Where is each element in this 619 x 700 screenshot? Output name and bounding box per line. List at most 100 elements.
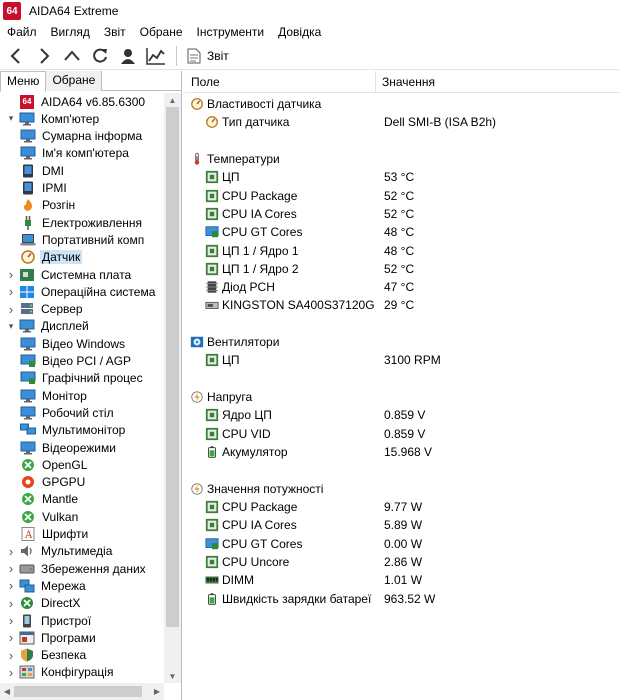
scroll-left-icon[interactable]: ◀ [0,683,14,700]
expand-chevron-icon[interactable]: › [6,595,16,612]
expand-chevron-icon[interactable]: › [6,543,16,560]
sensor-row[interactable]: ЦП [205,168,240,186]
menu-tools[interactable]: Інструменти [190,22,272,42]
expand-chevron-icon[interactable]: › [6,577,16,594]
tree-item-label: Конфігурація [41,665,114,680]
tree-item[interactable]: › Безпека [6,647,88,664]
expand-chevron-icon[interactable]: › [6,283,16,300]
tree-item[interactable]: › Конфігурація [6,664,115,681]
tree-item[interactable]: › DirectX [6,595,82,612]
tree-item[interactable]: › Збереження даних [6,560,148,577]
tree-item[interactable]: Датчик [20,249,83,266]
sensor-row[interactable]: Акумулятор [205,443,288,461]
tree-item[interactable]: Робочий стіл [20,404,116,421]
tree-item[interactable]: Монітор [20,387,89,404]
sensor-row[interactable]: Діод PCH [205,278,275,296]
expand-chevron-icon[interactable]: › [6,612,16,629]
forward-button[interactable] [30,43,58,69]
tree-item[interactable]: Відео Windows [20,335,127,352]
tree-item[interactable]: › Операційна система [6,283,157,300]
tree-item[interactable]: › Програми [6,629,98,646]
menu-help[interactable]: Довідка [271,22,328,42]
back-button[interactable] [2,43,30,69]
tree-item[interactable]: Графічний процес [20,370,145,387]
tree-item[interactable]: A Шрифти [20,526,90,543]
tree-item[interactable]: › Мережа [6,577,88,594]
tab-menu[interactable]: Меню [0,71,47,92]
tab-favorites[interactable]: Обране [46,71,103,91]
sensor-row[interactable]: Ядро ЦП [205,406,272,424]
column-field-header[interactable]: Поле [185,71,375,93]
collapse-chevron-icon[interactable]: ▾ [6,318,16,335]
user-button[interactable] [114,43,142,69]
tree-item[interactable]: Mantle [20,491,80,508]
expand-chevron-icon[interactable]: › [6,266,16,283]
sensor-row[interactable]: CPU Package [205,187,297,205]
tree-item[interactable]: GPGPU [20,474,87,491]
tree-vertical-scrollbar[interactable]: ▲ ▼ [164,93,181,683]
menu-file[interactable]: Файл [0,22,44,42]
tree-horizontal-scroll-thumb[interactable] [14,686,142,697]
scroll-up-icon[interactable]: ▲ [164,93,181,107]
menu-favorites[interactable]: Обране [133,22,190,42]
menu-view[interactable]: Вигляд [44,22,97,42]
column-value-header[interactable]: Значення [375,71,619,93]
sensor-row[interactable]: Тип датчика [205,113,289,131]
tree-item[interactable]: Vulkan [20,508,80,525]
sensor-field-label: CPU GT Cores [222,225,303,240]
tree-item[interactable]: Мультимонітор [20,422,127,439]
sensor-group-header[interactable]: Значення потужності [190,480,323,498]
expand-chevron-icon[interactable]: › [6,647,16,664]
tree-item[interactable]: ▾ Комп'ютер [6,110,101,127]
sensor-row[interactable]: ЦП 1 / Ядро 2 [205,260,299,278]
sensor-group-header[interactable]: Температури [190,150,280,168]
tree-vertical-scroll-thumb[interactable] [166,107,179,627]
tree-horizontal-scrollbar[interactable]: ◀ ▶ [0,683,164,700]
tree-item[interactable]: Розгін [20,197,77,214]
sensor-row[interactable]: CPU GT Cores [205,535,302,553]
tree-item[interactable]: Електроживлення [20,214,144,231]
tree-item[interactable]: › Пристрої [6,612,93,629]
up-button[interactable] [58,43,86,69]
sensor-group-header[interactable]: Вентилятори [190,333,279,351]
sensor-row[interactable]: CPU IA Cores [205,516,297,534]
menu-report[interactable]: Звіт [97,22,133,42]
sensor-row[interactable]: ЦП [205,351,240,369]
scroll-right-icon[interactable]: ▶ [150,683,164,700]
tree-item[interactable]: IPMI [20,180,69,197]
sensor-row[interactable]: KINGSTON SA400S37120G [205,296,375,314]
sensor-group-header[interactable]: Властивості датчика [190,95,321,113]
expand-chevron-icon[interactable]: › [6,629,16,646]
collapse-chevron-icon[interactable]: ▾ [6,110,16,127]
expand-chevron-icon[interactable]: › [6,301,16,318]
network-icon [19,579,35,593]
tree-item[interactable]: Ім'я комп'ютера [20,145,131,162]
tree-item[interactable]: › Мультимедіа [6,543,114,560]
tree-item[interactable]: OpenGL [20,456,89,473]
sensor-row[interactable]: CPU IA Cores [205,205,297,223]
sensor-row[interactable]: CPU GT Cores [205,223,302,241]
sensor-group-header[interactable]: Напруга [190,388,252,406]
sensor-row[interactable]: CPU Uncore [205,553,289,571]
tree-item[interactable]: ▾ Дисплей [6,318,91,335]
tree-item[interactable]: Сумарна інформа [20,128,144,145]
chart-button[interactable] [142,43,170,69]
tree-item[interactable]: DMI [20,162,66,179]
tree-item[interactable]: › Сервер [6,301,85,318]
sensor-row[interactable]: Швидкість зарядки батареї [205,590,371,608]
tree-item[interactable]: 64 AIDA64 v6.85.6300 [6,93,147,110]
tree-item[interactable]: Відеорежими [20,439,118,456]
sensor-row[interactable]: CPU Package [205,498,297,516]
sensor-row[interactable]: CPU VID [205,425,271,443]
expand-chevron-icon[interactable]: › [6,664,16,681]
tree-item[interactable]: Відео PCI / AGP [20,353,133,370]
sensor-field-label: CPU VID [222,426,271,441]
tree-item[interactable]: › Системна плата [6,266,133,283]
report-button[interactable]: Звіт [183,48,233,64]
sensor-row[interactable]: ЦП 1 / Ядро 1 [205,242,299,260]
sensor-row[interactable]: DIMM [205,571,254,589]
scroll-down-icon[interactable]: ▼ [164,669,181,683]
tree-item[interactable]: Портативний комп [20,231,146,248]
expand-chevron-icon[interactable]: › [6,560,16,577]
refresh-button[interactable] [86,43,114,69]
